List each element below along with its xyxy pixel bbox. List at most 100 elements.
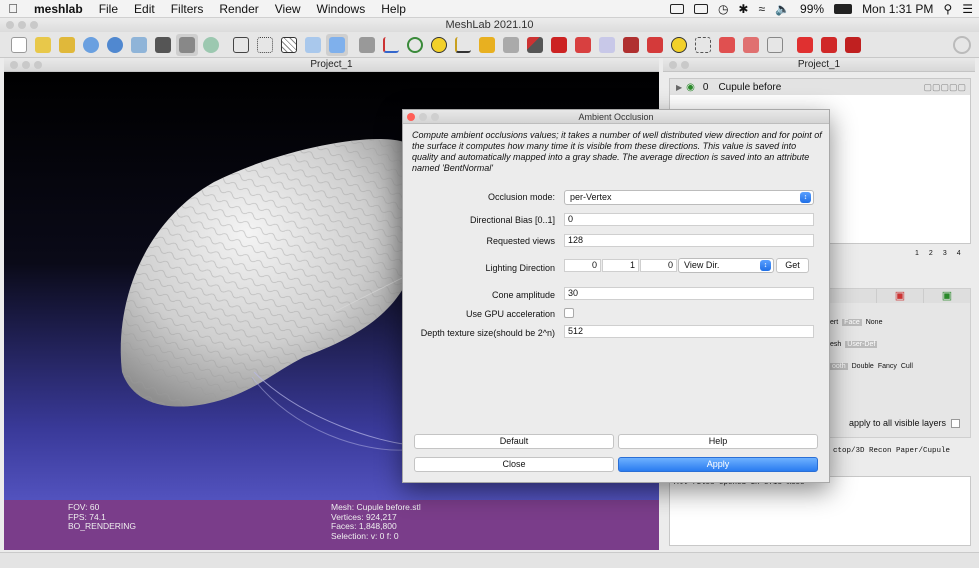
opt-none[interactable]: None — [866, 319, 883, 326]
menu-render[interactable]: Render — [211, 2, 266, 16]
select-area-button[interactable] — [692, 34, 714, 56]
menu-windows[interactable]: Windows — [309, 2, 374, 16]
opt-smooth[interactable]: ooth — [830, 363, 848, 370]
apple-icon[interactable]:  — [0, 1, 26, 16]
page-1-button[interactable]: 1 — [915, 250, 919, 257]
page-4-button[interactable]: 4 — [957, 250, 961, 257]
dialog-close-button[interactable] — [407, 113, 415, 121]
bbox-render-button[interactable] — [230, 34, 252, 56]
window-zoom-button[interactable] — [30, 21, 38, 29]
info-button[interactable] — [668, 34, 690, 56]
layer-options-icons[interactable]: ▢▢▢▢▢ — [923, 82, 966, 93]
screen-record-icon[interactable] — [669, 4, 684, 14]
measure-button[interactable] — [452, 34, 474, 56]
reload-all-button[interactable] — [104, 34, 126, 56]
menu-view[interactable]: View — [267, 2, 309, 16]
requested-views-input[interactable]: 128 — [564, 234, 814, 247]
select-all-button[interactable] — [764, 34, 786, 56]
render-tab-left[interactable] — [830, 289, 877, 303]
battery-icon[interactable] — [834, 4, 853, 14]
get-direction-button[interactable]: Get — [776, 258, 809, 273]
viewport-zoom-button[interactable] — [34, 61, 42, 69]
toolbar-search-icon[interactable] — [953, 36, 971, 54]
render-tab-ambient[interactable]: ▣ — [924, 289, 970, 303]
lighting-x-input[interactable]: 0 — [564, 259, 601, 272]
viewport-minimize-button[interactable] — [22, 61, 30, 69]
directional-bias-input[interactable]: 0 — [564, 213, 814, 226]
import-mesh-button[interactable] — [56, 34, 78, 56]
open-project-button[interactable] — [32, 34, 54, 56]
wireframe-render-button[interactable] — [278, 34, 300, 56]
lighting-direction-select[interactable]: View Dir. ↕ — [678, 258, 774, 273]
delete-all-button[interactable] — [842, 34, 864, 56]
help-button[interactable]: Help — [618, 434, 818, 449]
gpu-acceleration-checkbox[interactable] — [564, 308, 574, 318]
pick-points-button[interactable] — [548, 34, 570, 56]
render-tab-texture[interactable]: ▣ — [877, 289, 924, 303]
opt-face[interactable]: Face — [842, 319, 862, 326]
page-3-button[interactable]: 3 — [943, 250, 947, 257]
lighting-button[interactable] — [356, 34, 378, 56]
airplay-icon[interactable] — [693, 4, 708, 14]
trackball-button[interactable] — [380, 34, 402, 56]
export-mesh-button[interactable] — [128, 34, 150, 56]
opt-vert[interactable]: ert — [830, 319, 838, 326]
expand-arrow-icon[interactable]: ▶ — [676, 83, 682, 92]
smooth-render-button[interactable] — [326, 33, 348, 56]
opt-user-def[interactable]: User-Def — [845, 341, 878, 348]
apply-button[interactable]: Apply — [618, 457, 818, 472]
viewport-close-button[interactable] — [10, 61, 18, 69]
paint-button[interactable] — [476, 34, 498, 56]
battery-percent[interactable]: 99% — [800, 2, 824, 16]
snapshot-button[interactable] — [152, 34, 174, 56]
dialog-zoom-button[interactable] — [431, 113, 439, 121]
opt-cull[interactable]: Cull — [901, 363, 913, 370]
annotation-button[interactable] — [428, 34, 450, 56]
layers-panel-float-button[interactable] — [681, 61, 689, 69]
layers-toggle-button[interactable] — [176, 33, 198, 56]
opt-fancy[interactable]: Fancy — [878, 363, 897, 370]
layers-panel-close-button[interactable] — [669, 61, 677, 69]
spotlight-search-icon[interactable]: ⚲ — [943, 2, 952, 16]
time-machine-icon[interactable]: ◷ — [718, 2, 728, 16]
globe-button[interactable] — [404, 34, 426, 56]
georef-button[interactable] — [644, 34, 666, 56]
wifi-icon[interactable]: ≈ — [758, 2, 765, 16]
menu-file[interactable]: File — [91, 2, 126, 16]
app-menu-meshlab[interactable]: meshlab — [26, 2, 91, 16]
align-button[interactable] — [620, 34, 642, 56]
default-button[interactable]: Default — [414, 434, 614, 449]
menu-help[interactable]: Help — [373, 2, 414, 16]
layer-row[interactable]: ▶ ◉ 0 Cupule before ▢▢▢▢▢ — [670, 79, 970, 95]
menu-filters[interactable]: Filters — [163, 2, 212, 16]
cone-amplitude-input[interactable]: 30 — [564, 287, 814, 300]
close-button[interactable]: Close — [414, 457, 614, 472]
lighting-y-input[interactable]: 1 — [602, 259, 639, 272]
menu-edit[interactable]: Edit — [126, 2, 163, 16]
select-connected-button[interactable] — [716, 34, 738, 56]
delete-faces-button[interactable] — [794, 34, 816, 56]
visibility-eye-icon[interactable]: ◉ — [686, 82, 695, 93]
points-render-button[interactable] — [254, 34, 276, 56]
window-close-button[interactable] — [6, 21, 14, 29]
select-z-button[interactable] — [740, 34, 762, 56]
window-minimize-button[interactable] — [18, 21, 26, 29]
raster-layers-button[interactable] — [200, 34, 222, 56]
flat-render-button[interactable] — [302, 34, 324, 56]
dialog-minimize-button[interactable] — [419, 113, 427, 121]
new-project-button[interactable] — [8, 34, 30, 56]
delete-vertices-button[interactable] — [818, 34, 840, 56]
clock[interactable]: Mon 1:31 PM — [862, 2, 933, 16]
render-settings-button[interactable] — [500, 34, 522, 56]
page-2-button[interactable]: 2 — [929, 250, 933, 257]
lighting-z-input[interactable]: 0 — [640, 259, 677, 272]
select-faces-button[interactable] — [572, 34, 594, 56]
opt-double[interactable]: Double — [852, 363, 874, 370]
occlusion-mode-select[interactable]: per-Vertex ↕ — [564, 190, 814, 205]
reload-button[interactable] — [80, 34, 102, 56]
bluetooth-icon[interactable]: ✱ — [738, 2, 748, 16]
control-center-icon[interactable]: ☰ — [962, 2, 973, 16]
brush-button[interactable] — [524, 34, 546, 56]
select-vertices-button[interactable] — [596, 34, 618, 56]
depth-texture-input[interactable]: 512 — [564, 325, 814, 338]
